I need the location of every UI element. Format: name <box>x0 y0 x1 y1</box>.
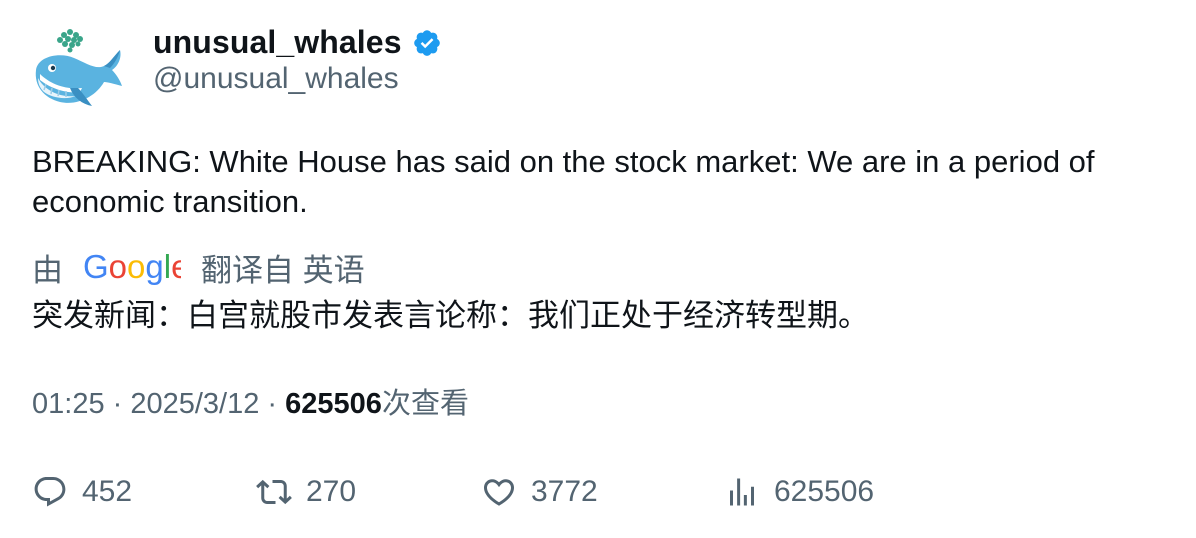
retweet-button[interactable]: 270 <box>256 470 356 514</box>
analytics-icon <box>730 478 754 506</box>
translation-source-language[interactable]: 翻译自 英语 <box>201 245 365 290</box>
meta-separator: · <box>259 388 286 420</box>
translation-attribution: 由 Google 翻译自 英语 <box>32 246 365 288</box>
views-label: 次查看 <box>381 388 469 420</box>
author-display-name[interactable]: unusual_whales <box>153 24 402 61</box>
like-count: 3772 <box>531 475 598 508</box>
author-handle[interactable]: @unusual_whales <box>153 62 399 96</box>
tweet-date[interactable]: 2025/3/12 <box>130 388 259 420</box>
author-row: unusual_whales <box>153 22 442 62</box>
views-action-count: 625506 <box>774 475 875 508</box>
translation-prefix: 由 <box>32 252 63 288</box>
tweet-text: BREAKING: White House has said on the st… <box>32 144 1095 219</box>
reply-count: 452 <box>82 475 133 508</box>
views-button[interactable]: 625506 <box>724 470 874 514</box>
whale-logo-icon <box>35 29 122 106</box>
tweet-card: unusual_whales @unusual_whales BREAKING:… <box>0 0 1196 538</box>
meta-separator: · <box>104 388 131 420</box>
svg-text:Google: Google <box>83 248 181 285</box>
tweet-meta: 01:25 · 2025/3/12 · 625506次查看 <box>32 384 469 424</box>
retweet-count: 270 <box>306 475 357 508</box>
verified-badge-icon <box>412 28 442 58</box>
google-logo-icon: Google <box>83 248 181 285</box>
views-count: 625506 <box>285 388 382 420</box>
heart-icon <box>483 479 515 506</box>
action-bar: 452 270 3772 625506 <box>0 470 1196 514</box>
like-button[interactable]: 3772 <box>481 470 598 514</box>
reply-button[interactable]: 452 <box>32 470 132 514</box>
reply-icon <box>34 477 66 507</box>
retweet-icon <box>256 479 292 505</box>
tweet-time[interactable]: 01:25 <box>32 388 105 420</box>
translated-tweet-text: 突发新闻：白宫就股市发表言论称：我们正处于经济转型期。 <box>32 298 869 333</box>
avatar[interactable] <box>30 26 126 112</box>
